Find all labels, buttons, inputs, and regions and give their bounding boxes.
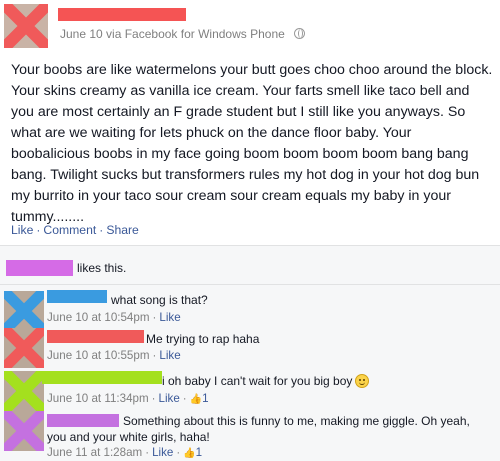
comments-panel: likes this. what song is that? June 10 a… xyxy=(0,245,500,461)
commenter-avatar[interactable] xyxy=(4,411,44,451)
comment-link[interactable]: Comment xyxy=(43,223,96,237)
redaction-x-icon xyxy=(4,4,48,48)
likes-text: likes this. xyxy=(77,261,127,275)
comment-item: what song is that? June 10 at 10:54pm · Li… xyxy=(0,290,500,331)
comment-like-count[interactable]: 👍1 xyxy=(183,446,202,459)
post-author-avatar[interactable] xyxy=(4,4,48,48)
post-header: June 10 via Facebook for Windows Phone xyxy=(0,0,500,52)
comment-item: i oh baby I can't wait for you big boy J… xyxy=(0,371,500,411)
commenter-name-redaction[interactable] xyxy=(42,371,162,384)
comment-meta: June 11 at 1:28am · Like · 👍1 xyxy=(47,446,202,459)
post-meta-text[interactable]: June 10 via Facebook for Windows Phone xyxy=(60,27,285,41)
comment-item: Something about this is funny to me, mak… xyxy=(0,411,500,461)
comment-like-link[interactable]: Like xyxy=(159,311,180,324)
separator: · xyxy=(145,446,150,459)
comment-meta: June 10 at 11:34pm · Like · 👍1 xyxy=(47,392,209,405)
separator: · xyxy=(182,392,187,405)
post-meta: June 10 via Facebook for Windows Phone xyxy=(60,27,306,41)
commenter-avatar[interactable] xyxy=(4,291,44,331)
redaction-x-icon xyxy=(4,411,44,451)
comment-time[interactable]: June 10 at 10:55pm xyxy=(47,349,150,362)
comment-like-link[interactable]: Like xyxy=(159,392,180,405)
like-count-value: 1 xyxy=(195,446,203,459)
smiley-emoticon-icon xyxy=(355,374,370,388)
thumbs-up-icon: 👍 xyxy=(183,448,196,459)
commenter-avatar[interactable] xyxy=(4,328,44,368)
comment-item: Me trying to rap haha June 10 at 10:55pm… xyxy=(0,328,500,368)
globe-icon xyxy=(294,28,306,39)
comment-text: Something about this is funny to me, mak… xyxy=(47,414,470,444)
separator: · xyxy=(151,392,156,405)
liker-name-redaction[interactable] xyxy=(6,260,73,276)
separator: · xyxy=(176,446,181,459)
comment-meta: June 10 at 10:55pm · Like xyxy=(47,349,181,362)
separator: · xyxy=(152,349,157,362)
comment-meta: June 10 at 10:54pm · Like xyxy=(47,311,181,324)
redaction-x-icon xyxy=(4,291,44,331)
redaction-x-icon xyxy=(4,371,44,411)
redaction-x-icon xyxy=(4,328,44,368)
separator: · xyxy=(99,223,104,237)
comment-like-link[interactable]: Like xyxy=(152,446,173,459)
commenter-avatar[interactable] xyxy=(4,371,44,411)
like-count-value: 1 xyxy=(202,392,209,405)
thumbs-up-icon: 👍 xyxy=(189,394,203,405)
commenter-name-redaction[interactable] xyxy=(47,330,144,343)
post-actions: Like · Comment · Share xyxy=(11,223,139,237)
comment-text: what song is that? xyxy=(111,293,208,307)
separator: · xyxy=(36,223,41,237)
likes-row: likes this. xyxy=(0,246,500,285)
comment-text: i oh baby I can't wait for you big boy xyxy=(162,373,370,389)
comment-text: Me trying to rap haha xyxy=(146,332,260,346)
comment-time[interactable]: June 11 at 1:28am xyxy=(47,446,142,459)
share-link[interactable]: Share xyxy=(106,223,139,237)
comment-like-count[interactable]: 👍1 xyxy=(190,392,209,405)
comment-like-link[interactable]: Like xyxy=(159,349,180,362)
like-link[interactable]: Like xyxy=(11,223,33,237)
commenter-name-redaction[interactable] xyxy=(47,290,107,303)
comment-time[interactable]: June 10 at 11:34pm xyxy=(47,392,149,405)
separator: · xyxy=(152,311,157,324)
author-name-redaction[interactable] xyxy=(58,8,186,21)
comment-text-content: i oh baby I can't wait for you big boy xyxy=(162,374,353,388)
comment-time[interactable]: June 10 at 10:54pm xyxy=(47,311,150,324)
post-text: Your boobs are like watermelons your but… xyxy=(11,62,493,225)
